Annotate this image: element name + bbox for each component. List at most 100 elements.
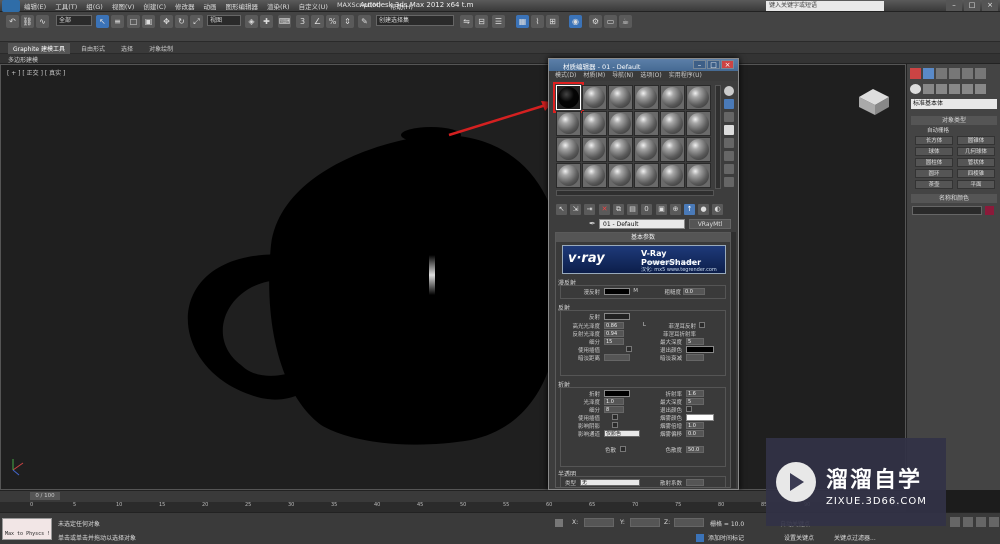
- mated-maximize-button[interactable]: □: [707, 60, 720, 69]
- angle-snap-icon[interactable]: ∠: [311, 15, 324, 28]
- minimize-button[interactable]: –: [946, 0, 962, 11]
- menu-item[interactable]: 图形编辑器: [226, 1, 259, 11]
- rollout-scrollbar[interactable]: [731, 232, 736, 488]
- render-setup-icon[interactable]: ⚙: [589, 15, 602, 28]
- object-type-button[interactable]: 茶壶: [915, 180, 953, 189]
- go-to-parent-icon[interactable]: ↑: [684, 204, 695, 215]
- show-end-result-icon[interactable]: ⊕: [670, 204, 681, 215]
- geometry-icon[interactable]: [910, 84, 921, 94]
- sample-slot[interactable]: [582, 111, 607, 136]
- fog-bias-field[interactable]: 0.0: [686, 430, 704, 437]
- diffuse-color-swatch[interactable]: [604, 288, 630, 295]
- refr-subdivs-field[interactable]: 8: [604, 406, 624, 413]
- sample-slot[interactable]: [556, 163, 581, 188]
- reset-map-icon[interactable]: ✕: [599, 204, 610, 215]
- modify-tab-icon[interactable]: [923, 68, 934, 79]
- make-unique-icon[interactable]: ⧉: [613, 204, 624, 215]
- affect-shadows-checkbox[interactable]: [612, 422, 618, 428]
- ribbon-tab[interactable]: Graphite 建模工具: [8, 43, 71, 54]
- sample-slot[interactable]: [556, 137, 581, 162]
- percent-snap-icon[interactable]: %: [326, 15, 339, 28]
- ref-coord-dropdown[interactable]: 视图: [207, 15, 241, 26]
- render-production-icon[interactable]: ☕: [619, 15, 632, 28]
- sample-slot[interactable]: [608, 111, 633, 136]
- cameras-icon[interactable]: [949, 84, 960, 94]
- show-map-icon[interactable]: ▣: [656, 204, 667, 215]
- lock-selection-icon[interactable]: [555, 519, 563, 527]
- dim-distance-field[interactable]: [604, 354, 630, 361]
- put-to-library-icon[interactable]: ▤: [627, 204, 638, 215]
- dispersion-checkbox[interactable]: [620, 446, 626, 452]
- sample-slot[interactable]: [686, 111, 711, 136]
- video-color-check-icon[interactable]: [724, 138, 734, 148]
- pan-icon[interactable]: [989, 517, 999, 527]
- material-type-button[interactable]: VRayMtl: [689, 219, 731, 229]
- pivot-center-icon[interactable]: ◈: [245, 15, 258, 28]
- object-type-button[interactable]: 管状体: [957, 158, 995, 167]
- object-type-button[interactable]: 几何球体: [957, 147, 995, 156]
- refl-exit-color-swatch[interactable]: [686, 346, 714, 353]
- mated-menu-item[interactable]: 导航(N): [612, 71, 633, 81]
- curve-editor-icon[interactable]: ⌇: [531, 15, 544, 28]
- slot-scrollbar-horizontal[interactable]: [556, 190, 714, 196]
- hilight-gloss-field[interactable]: 0.86: [604, 322, 624, 329]
- select-manipulate-icon[interactable]: ✚: [260, 15, 273, 28]
- maximize-button[interactable]: □: [964, 0, 980, 11]
- layer-manager-icon[interactable]: ☰: [492, 15, 505, 28]
- zoom-extents-icon[interactable]: [976, 517, 986, 527]
- slot-scrollbar-vertical[interactable]: [715, 85, 721, 189]
- mated-menu-item[interactable]: 模式(D): [555, 71, 576, 81]
- sample-slot[interactable]: [686, 163, 711, 188]
- fog-color-swatch[interactable]: [686, 414, 714, 421]
- display-tab-icon[interactable]: [962, 68, 973, 79]
- y-coord-field[interactable]: [630, 518, 660, 527]
- eyedropper-icon[interactable]: ✒: [589, 219, 597, 229]
- pick-material-icon[interactable]: ◐: [712, 204, 723, 215]
- schematic-view-icon[interactable]: ⊞: [546, 15, 559, 28]
- roughness-field[interactable]: 0.0: [683, 288, 705, 295]
- go-forward-sibling-icon[interactable]: ●: [698, 204, 709, 215]
- window-crossing-icon[interactable]: ▣: [142, 15, 155, 28]
- background-icon[interactable]: [724, 112, 734, 122]
- sample-slot[interactable]: [582, 163, 607, 188]
- named-selection-dropdown[interactable]: 创建选择集: [376, 15, 454, 26]
- close-button[interactable]: ×: [982, 0, 998, 11]
- link-icon[interactable]: ⛓: [21, 15, 34, 28]
- menu-item[interactable]: 编辑(E): [24, 1, 46, 11]
- assign-to-selection-icon[interactable]: ⇥: [584, 204, 595, 215]
- app-logo-icon[interactable]: [2, 0, 20, 12]
- menu-item[interactable]: 创建(C): [143, 1, 166, 11]
- sample-slot[interactable]: [686, 137, 711, 162]
- backlight-icon[interactable]: [724, 99, 734, 109]
- fresnel-checkbox[interactable]: [699, 322, 705, 328]
- mated-menu-item[interactable]: 材质(M): [583, 71, 605, 81]
- snap-toggle-icon[interactable]: 3: [296, 15, 309, 28]
- menu-item[interactable]: 自定义(U): [299, 1, 328, 11]
- sample-slot[interactable]: [608, 163, 633, 188]
- sample-slot[interactable]: [553, 82, 584, 113]
- sample-slot[interactable]: [686, 85, 711, 110]
- spacewarps-icon[interactable]: [975, 84, 986, 94]
- options-icon[interactable]: [724, 164, 734, 174]
- affect-channels-dropdown[interactable]: 仅颜色: [604, 430, 640, 437]
- add-time-tag-button[interactable]: 添加时间标记: [708, 533, 744, 542]
- menu-item[interactable]: 动画: [204, 1, 217, 11]
- mirror-icon[interactable]: ⇋: [460, 15, 473, 28]
- create-tab-icon[interactable]: [910, 68, 921, 79]
- shapes-icon[interactable]: [923, 84, 934, 94]
- refl-gloss-field[interactable]: 0.94: [604, 330, 624, 337]
- sample-slot[interactable]: [582, 137, 607, 162]
- z-coord-field[interactable]: [674, 518, 704, 527]
- hierarchy-tab-icon[interactable]: [936, 68, 947, 79]
- maxscript-listener[interactable]: Max to Physcs !: [2, 518, 52, 540]
- refr-max-depth-field[interactable]: 5: [686, 398, 704, 405]
- sample-type-icon[interactable]: [724, 86, 734, 96]
- sample-slot[interactable]: [634, 163, 659, 188]
- material-editor-titlebar[interactable]: 材质编辑器 - 01 - Default – □ ×: [549, 59, 738, 71]
- sample-slot[interactable]: [660, 111, 685, 136]
- name-color-header[interactable]: 名称和颜色: [911, 194, 997, 203]
- primitive-type-dropdown[interactable]: 标准基本体: [911, 99, 997, 109]
- zoom-all-icon[interactable]: [963, 517, 973, 527]
- object-type-header[interactable]: 对象类型: [911, 116, 997, 125]
- selection-filter-dropdown[interactable]: 全部: [56, 15, 92, 26]
